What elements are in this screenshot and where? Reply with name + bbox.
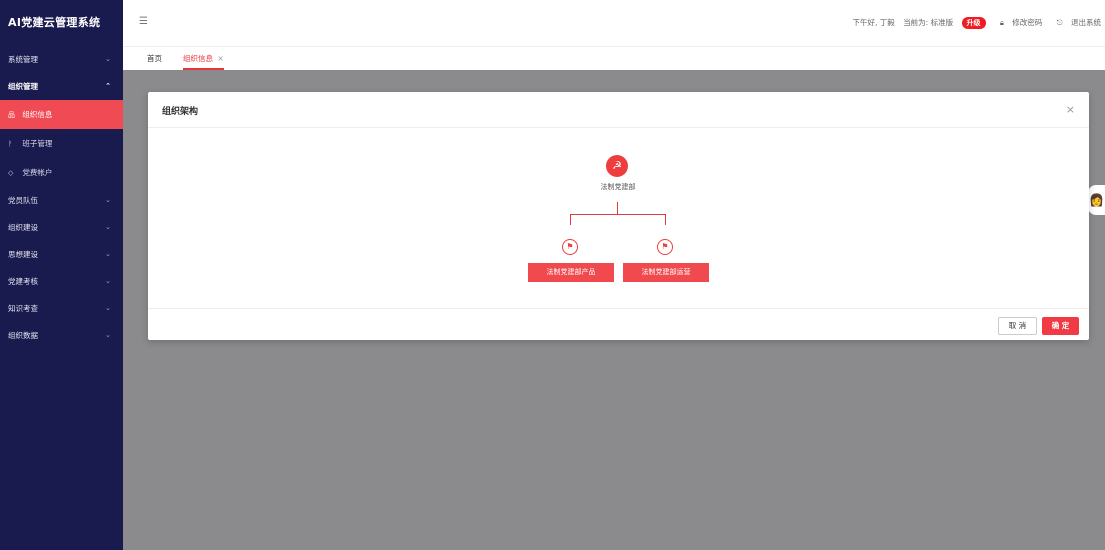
sidebar-item-system[interactable]: 系统管理 ⌄ (0, 46, 123, 73)
connector-line (570, 214, 666, 215)
party-emblem-icon: ☭ (606, 155, 628, 177)
sidebar-item-label: 党费帐户 (22, 168, 53, 177)
sidebar-item-team[interactable]: ᚹ 班子管理 (0, 129, 123, 158)
org-chart: ☭ 法制党建部 ⚑ ⚑ 法制党建部产品 法制党建部运营 (148, 128, 1089, 308)
org-structure-dialog: 组织架构 × ☭ 法制党建部 ⚑ ⚑ 法制党建部产品 法制党建部运营 取 消 确… (148, 92, 1089, 340)
logout-link[interactable]: ⎋ 退出系统 (1051, 18, 1101, 27)
tab-org-info[interactable]: 组织信息 × (183, 53, 224, 70)
chevron-up-icon: ⌃ (105, 82, 111, 90)
chevron-down-icon: ⌄ (105, 277, 111, 285)
cancel-button[interactable]: 取 消 (998, 317, 1037, 335)
logout-icon: ⎋ (1056, 18, 1063, 27)
sidebar-item-label: 组织建设 (8, 223, 38, 232)
diamond-icon: ◇ (8, 169, 14, 177)
sidebar-item-assessment[interactable]: 党建考核 ⌄ (0, 268, 123, 295)
assistant-avatar-icon[interactable]: 👩 (1088, 185, 1105, 215)
connector-line (570, 214, 571, 225)
sidebar-item-label: 知识考查 (8, 304, 38, 313)
chevron-down-icon: ⌄ (105, 304, 111, 312)
top-header: ☰ 下午好, 丁毅 当前为: 标准版 升级 🔒︎ 修改密码 ⎋ 退出系统 (123, 0, 1105, 46)
connector-line (617, 202, 618, 214)
chevron-down-icon: ⌄ (105, 250, 111, 258)
header-user-area: 下午好, 丁毅 当前为: 标准版 升级 🔒︎ 修改密码 ⎋ 退出系统 (847, 17, 1101, 29)
chevron-down-icon: ⌄ (105, 223, 111, 231)
org-icon: 品 (8, 111, 15, 119)
tab-bar: 首页 组织信息 × (123, 46, 1105, 70)
org-child-node[interactable]: 法制党建部产品 (528, 263, 614, 282)
sidebar-item-label: 思想建设 (8, 250, 38, 259)
menu-fold-icon[interactable]: ☰ (139, 16, 148, 27)
tab-label: 组织信息 (183, 54, 213, 63)
org-child-node[interactable]: 法制党建部运营 (623, 263, 709, 282)
dialog-footer: 取 消 确 定 (148, 308, 1089, 340)
sidebar-item-fee-account[interactable]: ◇ 党费帐户 (0, 158, 123, 187)
change-password-label: 修改密码 (1012, 18, 1043, 27)
chevron-down-icon: ⌄ (105, 55, 111, 63)
flag-icon: ᚹ (8, 140, 13, 148)
lock-icon: 🔒︎ (999, 18, 1004, 27)
app-title: AI党建云管理系统 (8, 16, 101, 29)
sidebar-item-org-building[interactable]: 组织建设 ⌄ (0, 214, 123, 241)
close-icon[interactable]: × (1066, 103, 1075, 116)
dialog-header: 组织架构 × (148, 92, 1089, 128)
sidebar-item-label: 班子管理 (22, 139, 53, 148)
chevron-down-icon: ⌄ (105, 196, 111, 204)
flag-icon: ⚑ (657, 239, 673, 255)
greeting: 下午好, 丁毅 (852, 18, 895, 27)
org-root-label: 法制党建部 (600, 183, 636, 191)
sidebar-item-org-data[interactable]: 组织数据 ⌄ (0, 322, 123, 349)
tab-home[interactable]: 首页 (147, 53, 162, 64)
upgrade-button[interactable]: 升级 (961, 17, 986, 29)
sidebar-item-label: 组织数据 (8, 331, 38, 340)
chevron-down-icon: ⌄ (105, 331, 111, 339)
sidebar-item-knowledge[interactable]: 知识考查 ⌄ (0, 295, 123, 322)
close-icon[interactable]: × (217, 54, 223, 63)
sidebar-item-org-info[interactable]: 品 组织信息 (0, 100, 123, 129)
sidebar-item-label: 系统管理 (8, 55, 38, 64)
version-label: 当前为: 标准版 (903, 18, 954, 27)
flag-icon: ⚑ (562, 239, 578, 255)
sidebar-item-ideology[interactable]: 思想建设 ⌄ (0, 241, 123, 268)
sidebar-item-label: 组织信息 (22, 110, 53, 119)
sidebar-item-org[interactable]: 组织管理 ⌃ (0, 73, 123, 100)
change-password-link[interactable]: 🔒︎ 修改密码 (994, 18, 1042, 27)
sidebar-item-label: 党员队伍 (8, 196, 38, 205)
sidebar-item-members[interactable]: 党员队伍 ⌄ (0, 187, 123, 214)
sidebar-item-label: 组织管理 (8, 82, 38, 91)
sidebar-item-label: 党建考核 (8, 277, 38, 286)
dialog-title: 组织架构 (162, 107, 199, 117)
sidebar: AI党建云管理系统 系统管理 ⌄ 组织管理 ⌃ 品 组织信息 ᚹ 班子管理 ◇ … (0, 0, 123, 550)
connector-line (665, 214, 666, 225)
logout-label: 退出系统 (1071, 18, 1101, 27)
confirm-button[interactable]: 确 定 (1042, 317, 1079, 335)
